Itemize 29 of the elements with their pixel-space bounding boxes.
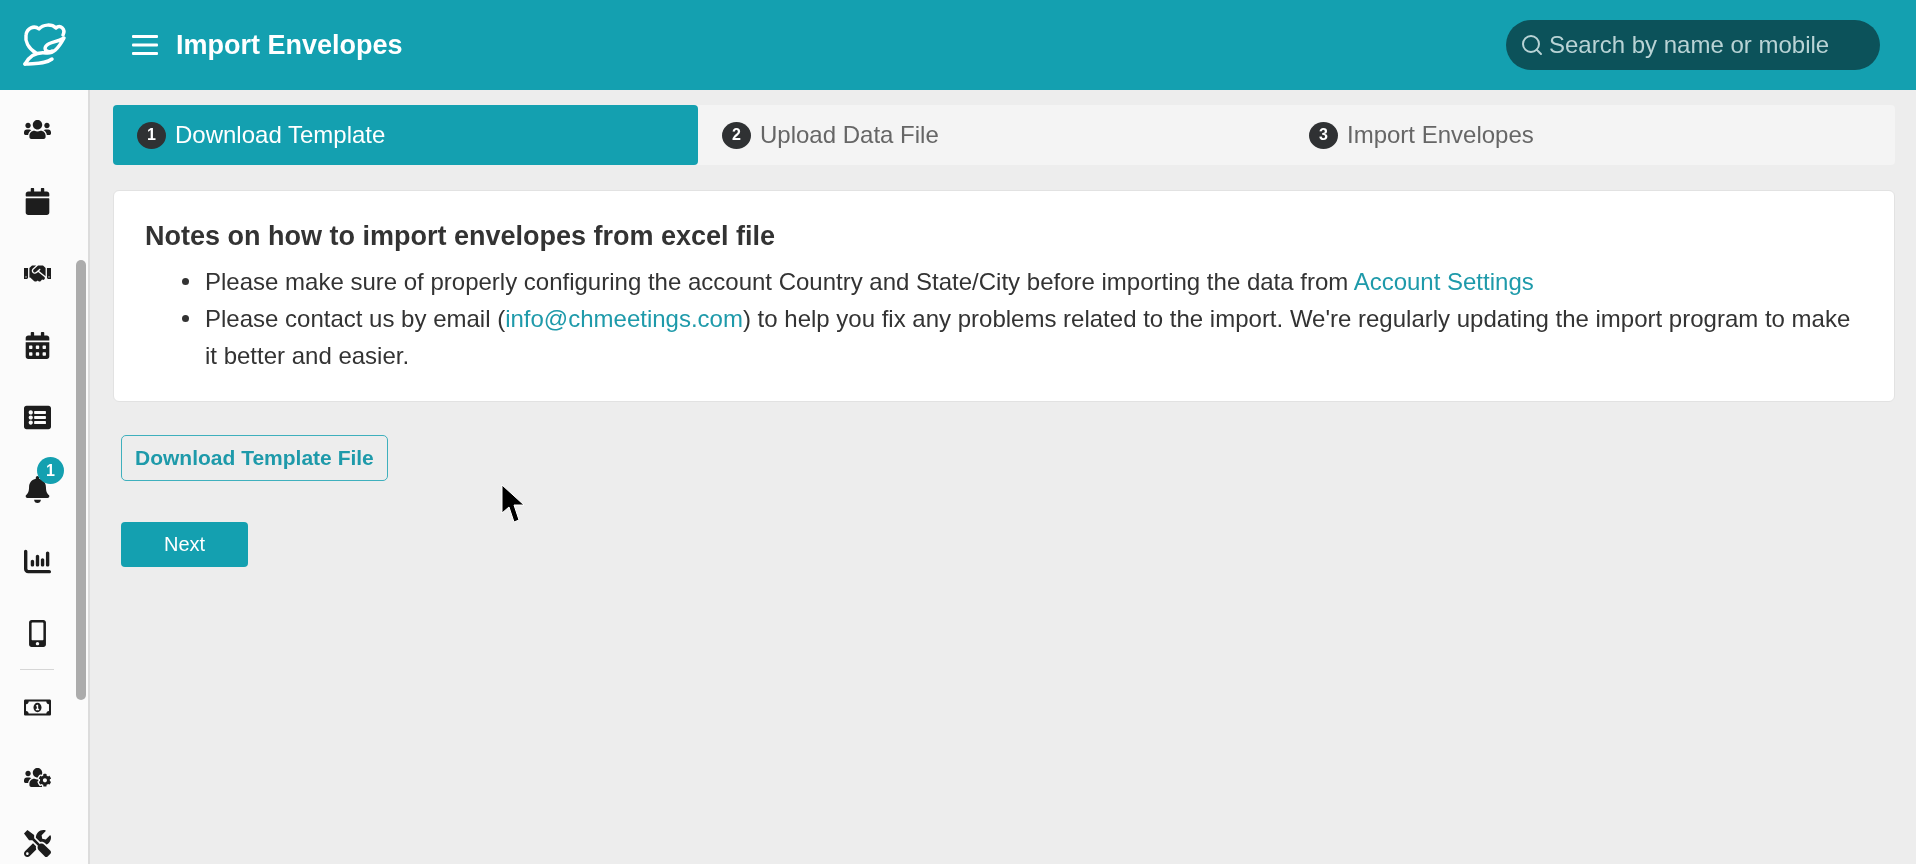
search-icon [1520,33,1544,57]
page-title: Import Envelopes [176,29,403,61]
bullet-icon [182,315,189,322]
mouse-pointer-icon [501,484,525,524]
scrollbar-thumb[interactable] [76,260,86,700]
bell-icon[interactable] [23,475,51,503]
step-tab[interactable]: 2 Upload Data File [698,105,1285,165]
inline-link[interactable]: info@chmeetings.com [505,305,743,332]
tools-icon[interactable] [23,829,51,857]
search-field[interactable]: Search by name or mobile [1506,20,1880,70]
step-number-badge: 1 [137,121,166,149]
bullet-icon [182,278,189,285]
notification-badge: 1 [37,457,64,484]
notes-heading: Notes on how to import envelopes from excel file [145,220,777,253]
menu-icon[interactable] [132,34,158,56]
next-button[interactable]: Next [121,522,248,567]
calendar-icon[interactable] [23,187,51,215]
list-icon[interactable] [23,403,51,431]
bar-chart-icon[interactable] [23,547,51,575]
step-tab[interactable]: 3 Import Envelopes [1285,105,1895,165]
step-tab[interactable]: 1 Download Template [113,105,698,165]
inline-link[interactable]: Account Settings [1353,268,1534,295]
step-number-badge: 2 [722,121,751,149]
note-text: Please contact us by email (info@chmeetings.com) to help you fix any problems related to the import. We're regularly updating the import program to make it better and easier. [205,304,1852,371]
step-number-badge: 3 [1309,121,1338,149]
note-text: Please make sure of properly configuring the account Country and State/City before importing the data from Account Settings [205,267,1534,297]
download-template-button[interactable]: Download Template File [121,435,388,481]
calendar-icon[interactable] [23,331,51,359]
logo-icon[interactable] [22,23,68,67]
